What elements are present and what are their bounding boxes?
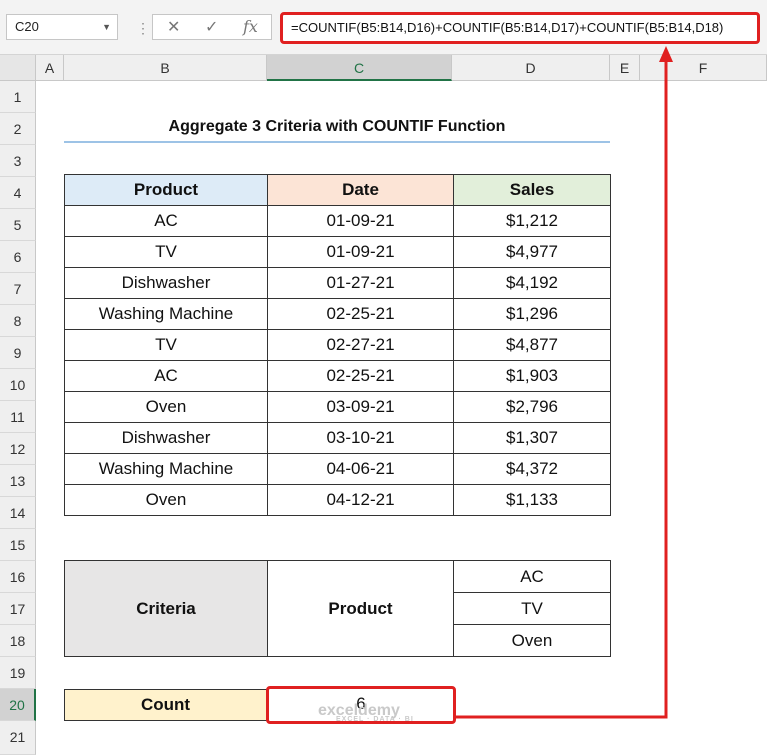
row-header-15[interactable]: 15: [0, 529, 36, 561]
row-header-2[interactable]: 2: [0, 113, 36, 145]
cell-date[interactable]: 04-06-21: [267, 453, 454, 485]
cell-sales[interactable]: $1,133: [453, 484, 611, 516]
criteria-row: Criteria Product AC: [64, 560, 611, 657]
table-row: AC 01-09-21 $1,212: [64, 205, 611, 237]
cell-product[interactable]: TV: [64, 329, 268, 361]
cell-product[interactable]: Dishwasher: [64, 267, 268, 299]
row-header-12[interactable]: 12: [0, 433, 36, 465]
cell-date[interactable]: 01-09-21: [267, 236, 454, 268]
formula-toolbar: C20 ▼ ⋮ ✕ ✓ fx =COUNTIF(B5:B14,D16)+COUN…: [0, 0, 767, 55]
chevron-down-icon[interactable]: ▼: [102, 15, 111, 39]
cell-date[interactable]: 02-25-21: [267, 360, 454, 392]
header-date[interactable]: Date: [267, 174, 454, 206]
row-header-10[interactable]: 10: [0, 369, 36, 401]
cell-product[interactable]: Washing Machine: [64, 453, 268, 485]
header-sales[interactable]: Sales: [453, 174, 611, 206]
row-header-4[interactable]: 4: [0, 177, 36, 209]
row-header-17[interactable]: 17: [0, 593, 36, 625]
table-row: Dishwasher 03-10-21 $1,307: [64, 422, 611, 454]
table-header-row: Product Date Sales: [64, 174, 611, 206]
row-header-8[interactable]: 8: [0, 305, 36, 337]
criteria-value[interactable]: AC: [453, 560, 611, 593]
row-header-7[interactable]: 7: [0, 273, 36, 305]
select-all-corner[interactable]: [0, 55, 36, 81]
table-row: Washing Machine 02-25-21 $1,296: [64, 298, 611, 330]
table-row: Oven 03-09-21 $2,796: [64, 391, 611, 423]
cell-date[interactable]: 03-10-21: [267, 422, 454, 454]
cell-product[interactable]: AC: [64, 205, 268, 237]
formula-input[interactable]: =COUNTIF(B5:B14,D16)+COUNTIF(B5:B14,D17)…: [280, 12, 760, 44]
cell-sales[interactable]: $1,212: [453, 205, 611, 237]
table-row: TV 01-09-21 $4,977: [64, 236, 611, 268]
table-row: Oven 04-12-21 $1,133: [64, 484, 611, 516]
formula-buttons: ✕ ✓ fx: [152, 14, 272, 40]
cell-sales[interactable]: $4,192: [453, 267, 611, 299]
criteria-field[interactable]: Product: [267, 560, 454, 657]
row-header-21[interactable]: 21: [0, 721, 36, 755]
column-header-d[interactable]: D: [452, 55, 610, 81]
criteria-value[interactable]: TV: [453, 592, 611, 625]
row-header-20[interactable]: 20: [0, 689, 36, 721]
cell-date[interactable]: 03-09-21: [267, 391, 454, 423]
row-header-18[interactable]: 18: [0, 625, 36, 657]
name-box[interactable]: C20 ▼: [6, 14, 118, 40]
name-box-value: C20: [15, 19, 39, 34]
row-header-19[interactable]: 19: [0, 657, 36, 689]
check-icon[interactable]: ✓: [205, 17, 218, 37]
row-header-14[interactable]: 14: [0, 497, 36, 529]
table-row: AC 02-25-21 $1,903: [64, 360, 611, 392]
sales-table: Product Date Sales AC 01-09-21 $1,212 TV…: [64, 174, 611, 516]
cell-date[interactable]: 01-27-21: [267, 267, 454, 299]
drag-handle-icon[interactable]: ⋮: [136, 20, 150, 37]
cell-sales[interactable]: $4,977: [453, 236, 611, 268]
cell-date[interactable]: 02-25-21: [267, 298, 454, 330]
cell-date[interactable]: 04-12-21: [267, 484, 454, 516]
cell-sales[interactable]: $1,903: [453, 360, 611, 392]
table-row: Dishwasher 01-27-21 $4,192: [64, 267, 611, 299]
cell-date[interactable]: 01-09-21: [267, 205, 454, 237]
column-header-c[interactable]: C: [267, 55, 452, 81]
criteria-table: Criteria Product AC TV Oven: [64, 560, 611, 657]
row-header-13[interactable]: 13: [0, 465, 36, 497]
criteria-value[interactable]: Oven: [453, 624, 611, 657]
cancel-icon[interactable]: ✕: [167, 17, 180, 37]
column-header-e[interactable]: E: [610, 55, 640, 81]
cell-sales[interactable]: $1,296: [453, 298, 611, 330]
cell-sales[interactable]: $1,307: [453, 422, 611, 454]
cell-product[interactable]: Oven: [64, 484, 268, 516]
row-header-6[interactable]: 6: [0, 241, 36, 273]
cell-sales[interactable]: $2,796: [453, 391, 611, 423]
exceldemy-watermark: exceldemy EXCEL · DATA · BI: [318, 702, 414, 723]
count-label[interactable]: Count: [64, 689, 267, 721]
cell-product[interactable]: TV: [64, 236, 268, 268]
sheet-title[interactable]: Aggregate 3 Criteria with COUNTIF Functi…: [64, 113, 610, 141]
cell-product[interactable]: Oven: [64, 391, 268, 423]
cell-product[interactable]: Dishwasher: [64, 422, 268, 454]
row-header-5[interactable]: 5: [0, 209, 36, 241]
cell-product[interactable]: Washing Machine: [64, 298, 268, 330]
column-header-a[interactable]: A: [36, 55, 64, 81]
cell-product[interactable]: AC: [64, 360, 268, 392]
column-header-b[interactable]: B: [64, 55, 267, 81]
insert-function-icon[interactable]: fx: [243, 17, 258, 36]
row-header-11[interactable]: 11: [0, 401, 36, 433]
row-header-9[interactable]: 9: [0, 337, 36, 369]
row-header-3[interactable]: 3: [0, 145, 36, 177]
criteria-label[interactable]: Criteria: [64, 560, 268, 657]
cell-sales[interactable]: $4,877: [453, 329, 611, 361]
column-header-f[interactable]: F: [640, 55, 767, 81]
header-product[interactable]: Product: [64, 174, 268, 206]
table-row: Washing Machine 04-06-21 $4,372: [64, 453, 611, 485]
row-header-16[interactable]: 16: [0, 561, 36, 593]
cell-date[interactable]: 02-27-21: [267, 329, 454, 361]
row-header-1[interactable]: 1: [0, 81, 36, 113]
table-row: TV 02-27-21 $4,877: [64, 329, 611, 361]
cell-sales[interactable]: $4,372: [453, 453, 611, 485]
title-underline: [64, 141, 610, 143]
